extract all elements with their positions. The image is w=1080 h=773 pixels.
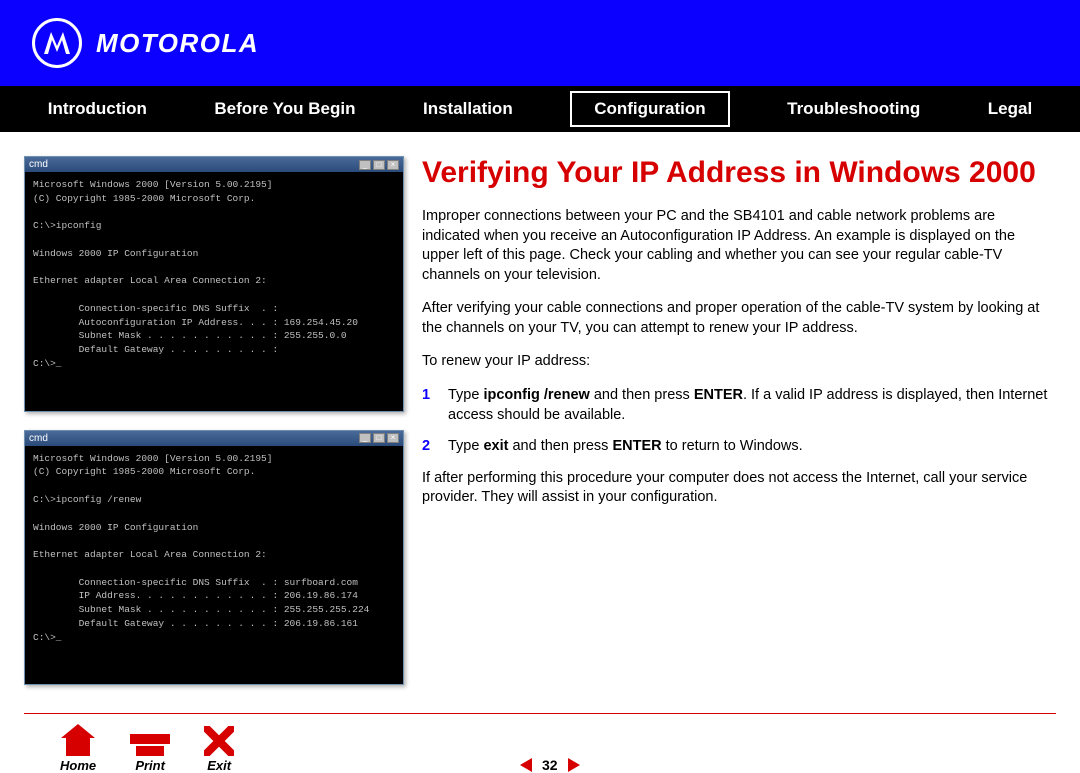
home-icon xyxy=(61,724,95,756)
prev-page-icon[interactable] xyxy=(520,758,532,772)
terminal-titlebar: cmd _ □ × xyxy=(25,431,403,446)
paragraph-4: If after performing this procedure your … xyxy=(422,469,1056,508)
print-button[interactable]: Print xyxy=(130,724,170,773)
window-buttons: _ □ × xyxy=(359,433,399,443)
nav-installation[interactable]: Installation xyxy=(413,95,523,123)
exit-icon xyxy=(204,724,234,756)
step-number: 1 xyxy=(422,386,434,425)
terminal-output: Microsoft Windows 2000 [Version 5.00.219… xyxy=(25,446,403,685)
exit-label: Exit xyxy=(207,758,231,773)
minimize-icon: _ xyxy=(359,433,371,443)
home-label: Home xyxy=(60,758,96,773)
step-1: 1 Type ipconfig /renew and then press EN… xyxy=(422,386,1056,425)
footer: Home Print Exit 32 xyxy=(0,714,1080,773)
minimize-icon: _ xyxy=(359,160,371,170)
print-label: Print xyxy=(135,758,165,773)
page-title: Verifying Your IP Address in Windows 200… xyxy=(422,156,1056,189)
print-icon xyxy=(130,724,170,756)
brand-logo: MOTOROLA xyxy=(32,18,259,68)
step-2: 2 Type exit and then press ENTER to retu… xyxy=(422,437,1056,457)
terminal-output: Microsoft Windows 2000 [Version 5.00.219… xyxy=(25,172,403,411)
pager: 32 xyxy=(520,757,580,773)
step-list: 1 Type ipconfig /renew and then press EN… xyxy=(422,386,1056,457)
close-icon: × xyxy=(387,160,399,170)
nav-configuration[interactable]: Configuration xyxy=(570,91,729,127)
maximize-icon: □ xyxy=(373,433,385,443)
terminal-title-text: cmd xyxy=(29,433,48,444)
window-buttons: _ □ × xyxy=(359,160,399,170)
maximize-icon: □ xyxy=(373,160,385,170)
terminal-titlebar: cmd _ □ × xyxy=(25,157,403,172)
paragraph-2: After verifying your cable connections a… xyxy=(422,299,1056,338)
step-text: Type exit and then press ENTER to return… xyxy=(448,437,803,457)
page-number: 32 xyxy=(542,757,558,773)
exit-button[interactable]: Exit xyxy=(204,724,234,773)
step-number: 2 xyxy=(422,437,434,457)
brand-name: MOTOROLA xyxy=(96,28,259,59)
paragraph-1: Improper connections between your PC and… xyxy=(422,207,1056,285)
motorola-logo-icon xyxy=(32,18,82,68)
terminal-window-1: cmd _ □ × Microsoft Windows 2000 [Versio… xyxy=(24,156,404,412)
header: MOTOROLA xyxy=(0,0,1080,86)
next-page-icon[interactable] xyxy=(568,758,580,772)
nav-troubleshooting[interactable]: Troubleshooting xyxy=(777,95,930,123)
navbar: Introduction Before You Begin Installati… xyxy=(0,86,1080,132)
nav-introduction[interactable]: Introduction xyxy=(38,95,157,123)
nav-legal[interactable]: Legal xyxy=(978,95,1042,123)
screenshot-column: cmd _ □ × Microsoft Windows 2000 [Versio… xyxy=(24,156,404,703)
paragraph-3: To renew your IP address: xyxy=(422,352,1056,372)
terminal-window-2: cmd _ □ × Microsoft Windows 2000 [Versio… xyxy=(24,430,404,686)
close-icon: × xyxy=(387,433,399,443)
home-button[interactable]: Home xyxy=(60,724,96,773)
nav-before-you-begin[interactable]: Before You Begin xyxy=(204,95,365,123)
terminal-title-text: cmd xyxy=(29,159,48,170)
article: Verifying Your IP Address in Windows 200… xyxy=(422,156,1056,703)
content-area: cmd _ □ × Microsoft Windows 2000 [Versio… xyxy=(0,132,1080,703)
step-text: Type ipconfig /renew and then press ENTE… xyxy=(448,386,1056,425)
